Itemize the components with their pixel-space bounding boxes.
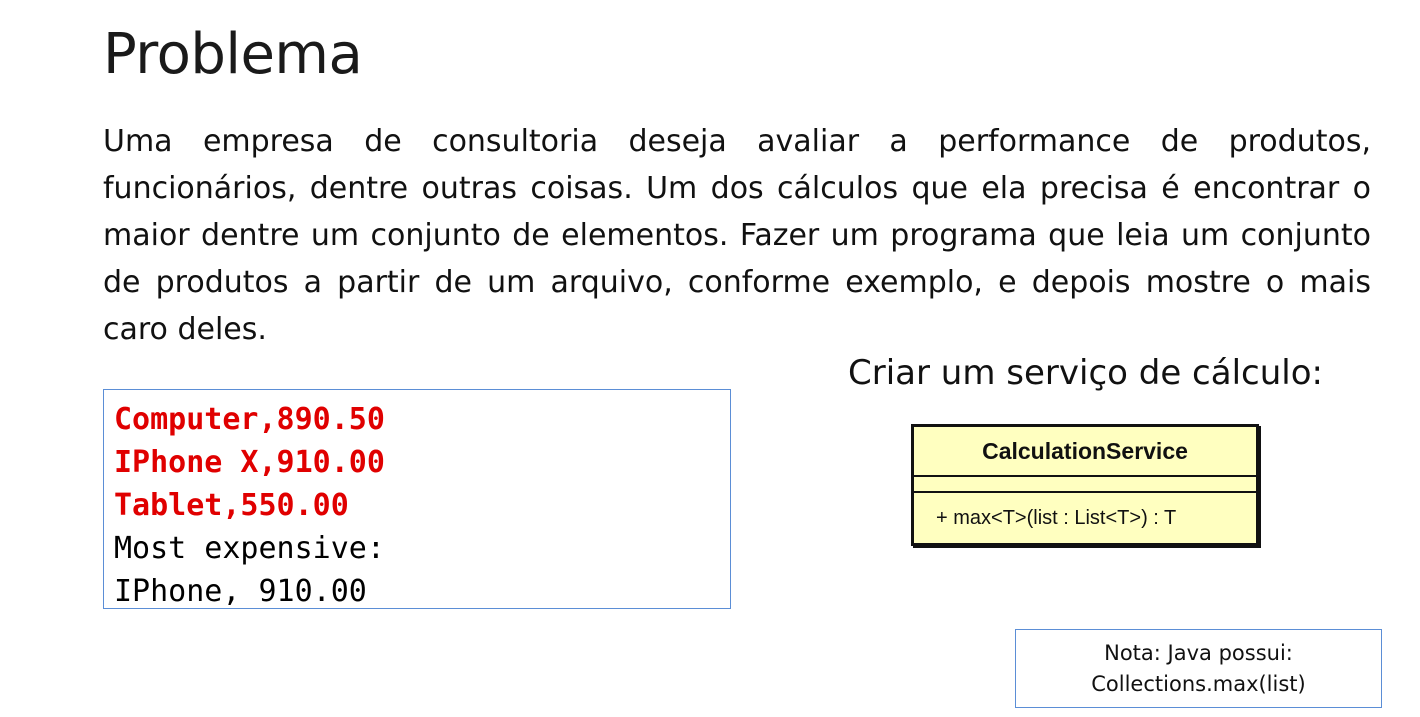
note-line: Collections.max(list) <box>1091 671 1306 696</box>
console-example: Computer,890.50 IPhone X,910.00 Tablet,5… <box>103 389 731 609</box>
console-input-line: Computer,890.50 <box>114 402 385 437</box>
note-box: Nota: Java possui: Collections.max(list) <box>1015 629 1382 708</box>
console-output-line: IPhone, 910.00 <box>114 574 367 609</box>
console-input-line: IPhone X,910.00 <box>114 445 385 480</box>
console-input-line: Tablet,550.00 <box>114 488 349 523</box>
uml-class-name: CalculationService <box>914 427 1256 477</box>
uml-attributes-section <box>914 477 1256 493</box>
slide-title: Problema <box>103 22 363 87</box>
service-heading: Criar um serviço de cálculo: <box>848 353 1323 393</box>
uml-operation: + max<T>(list : List<T>) : T <box>936 507 1177 529</box>
console-output-line: Most expensive: <box>114 531 385 566</box>
problem-description: Uma empresa de consultoria deseja avalia… <box>103 124 1371 347</box>
uml-class-box: CalculationService + max<T>(list : List<… <box>911 424 1259 546</box>
note-line: Nota: Java possui: <box>1104 640 1293 665</box>
